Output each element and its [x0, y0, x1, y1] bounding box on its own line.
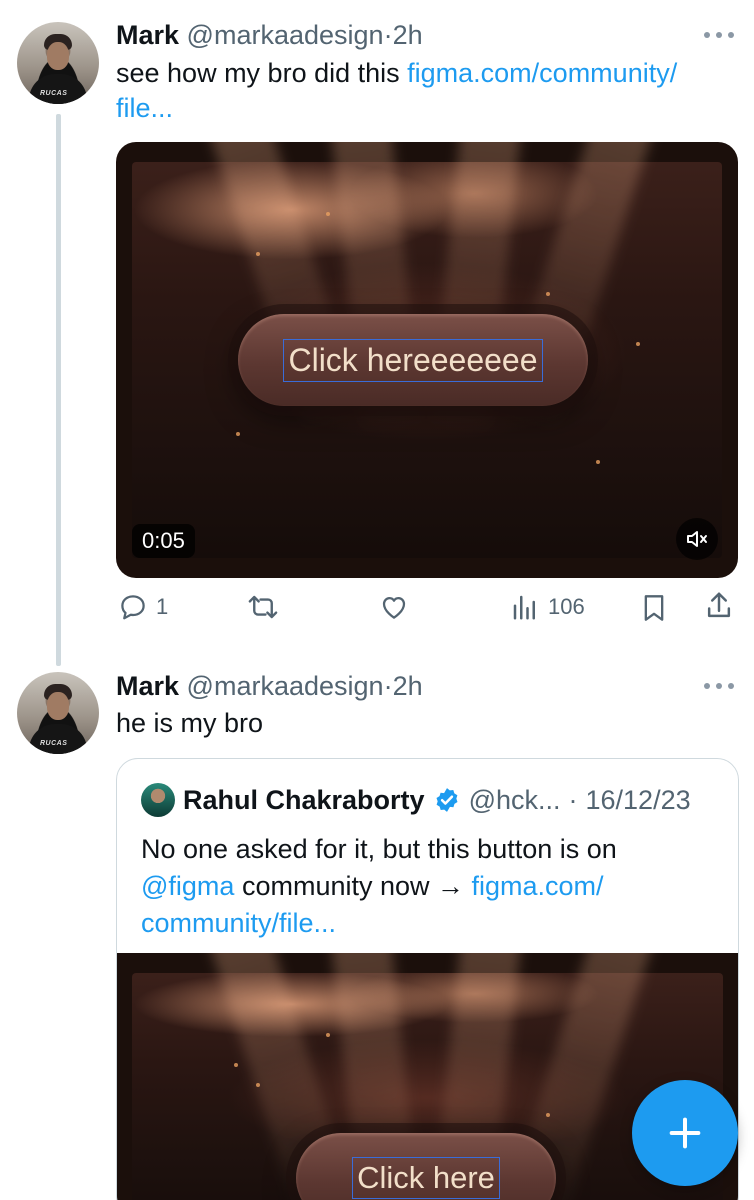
figma-mention[interactable]: @figma: [141, 871, 234, 901]
quote-link-continued[interactable]: community/file...: [141, 908, 336, 938]
plus-icon: [669, 1117, 701, 1149]
quote-author-name: Rahul Chakraborty: [183, 784, 425, 815]
speaker-muted-icon: [687, 531, 707, 547]
separator-dot: ·: [383, 20, 393, 50]
tweet-link-continued[interactable]: file...: [116, 93, 173, 123]
quote-video-button-label: Click here: [352, 1157, 500, 1199]
reply-count: 1: [156, 594, 169, 619]
quote-text: No one asked for it, but this button is …: [141, 831, 701, 942]
quote-text-middle: community now →: [234, 871, 472, 901]
avatar[interactable]: RUCAS: [17, 22, 99, 104]
video-button-label: Click hereeeeeee: [283, 338, 543, 382]
tweet-header: Mark @markaadesign·2h: [116, 670, 423, 702]
quote-link[interactable]: figma.com/: [472, 871, 604, 901]
avatar-shirt-text: RUCAS: [40, 740, 68, 747]
mute-button[interactable]: [676, 518, 718, 560]
author-handle[interactable]: @markaadesign: [187, 20, 384, 50]
tweet-text: see how my bro did this figma.com/commun…: [116, 56, 736, 126]
tweet-text: he is my bro: [116, 708, 264, 738]
quote-author-handle: @hck...: [468, 784, 561, 815]
author-name[interactable]: Mark: [116, 671, 179, 701]
video-duration: 0:05: [132, 524, 195, 558]
share-icon: [707, 592, 731, 618]
avatar[interactable]: RUCAS: [17, 672, 99, 754]
heart-icon: [382, 597, 406, 619]
bookmark-icon: [644, 595, 664, 621]
compose-button[interactable]: [632, 1080, 738, 1186]
timeline: RUCAS Mark @markaadesign·2h see how my b…: [0, 0, 754, 1200]
reply-button[interactable]: 1: [118, 592, 168, 622]
tweet-link[interactable]: figma.com/community/: [407, 58, 677, 88]
more-options-icon[interactable]: [704, 30, 734, 40]
quote-video-button-graphic: Click here: [296, 1133, 556, 1200]
tweet-actions: 1 106: [0, 588, 754, 632]
author-handle[interactable]: @markaadesign: [187, 671, 384, 701]
separator-dot: ·: [568, 784, 578, 815]
share-button[interactable]: [704, 590, 734, 622]
reply-icon: [121, 595, 145, 620]
thread-connector-line: [56, 114, 61, 666]
tweet-header: Mark @markaadesign·2h: [116, 19, 423, 51]
more-options-icon[interactable]: [704, 681, 734, 691]
quote-avatar: [141, 783, 175, 817]
bookmark-button[interactable]: [640, 592, 668, 624]
verified-badge-icon: [436, 788, 458, 812]
like-button[interactable]: [378, 592, 418, 622]
analytics-icon: [513, 595, 535, 620]
tweet-body: see how my bro did this: [116, 58, 408, 88]
avatar-shirt-text: RUCAS: [40, 90, 68, 97]
views-button[interactable]: 106: [510, 592, 585, 622]
quote-header: Rahul Chakraborty @hck... · 16/12/23: [141, 783, 691, 817]
quote-text-line: No one asked for it, but this button is …: [141, 834, 617, 864]
author-name[interactable]: Mark: [116, 20, 179, 50]
video-player[interactable]: Click hereeeeeee: [116, 142, 738, 578]
timestamp[interactable]: 2h: [393, 671, 423, 701]
view-count: 106: [548, 594, 585, 619]
retweet-button[interactable]: [246, 592, 288, 622]
retweet-icon: [248, 595, 278, 619]
video-button-graphic: Click hereeeeeee: [238, 314, 588, 406]
separator-dot: ·: [383, 671, 393, 701]
timestamp[interactable]: 2h: [393, 20, 423, 50]
quote-date: 16/12/23: [585, 784, 691, 815]
